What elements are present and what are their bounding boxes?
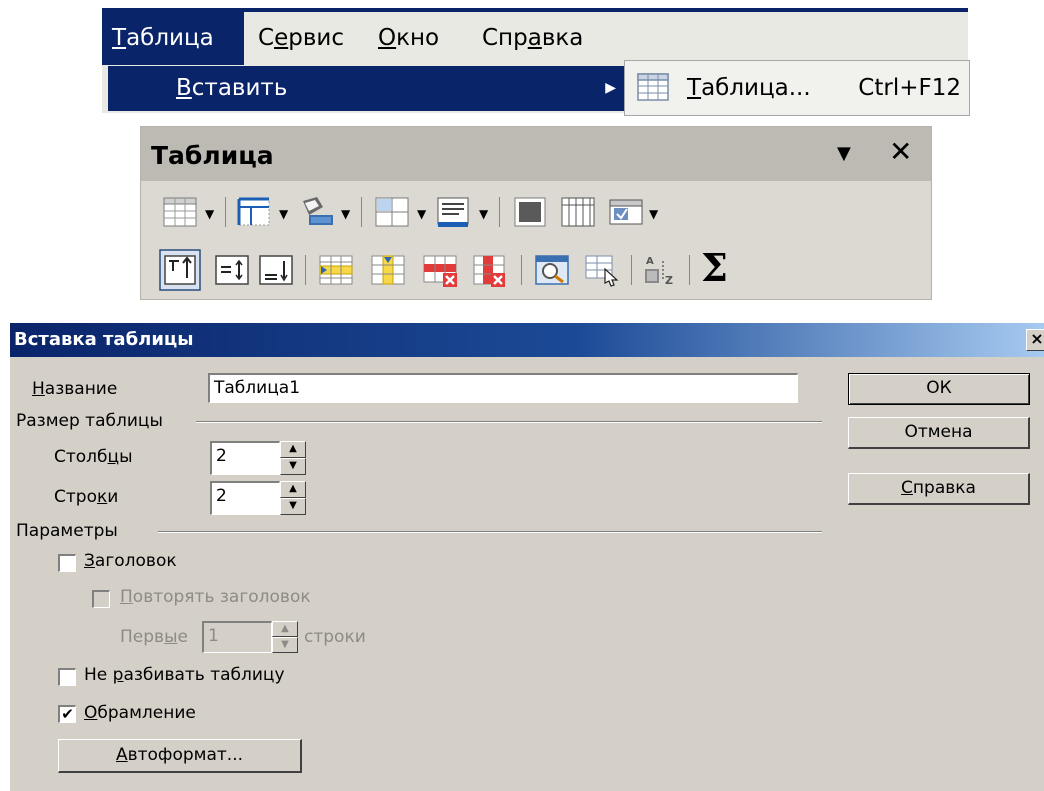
delete-rows-icon[interactable] xyxy=(421,251,459,289)
dialog-close-button[interactable]: × xyxy=(1026,329,1044,351)
size-group-label: Размер таблицы xyxy=(16,411,163,431)
first-rows-suffix: строки xyxy=(304,627,366,647)
menu-table[interactable]: Таблица xyxy=(102,12,244,65)
cell-color-icon[interactable] xyxy=(373,193,411,231)
toolbar-separator xyxy=(689,255,690,285)
sum-icon[interactable]: Σ xyxy=(701,245,728,290)
rows-stepper[interactable]: ▲ ▼ xyxy=(280,481,306,515)
submenu-arrow-icon: ▶ xyxy=(605,80,616,96)
no-split-label: Не разбивать таблицу xyxy=(84,665,285,685)
menu-window[interactable]: Окно xyxy=(368,12,449,65)
header-label: Заголовок xyxy=(84,551,177,571)
toolbar-close-icon[interactable]: ✕ xyxy=(889,135,912,168)
toolbar-separator xyxy=(521,255,522,285)
stepper-down-icon[interactable]: ▼ xyxy=(272,637,298,653)
border-checkbox[interactable]: ✔ xyxy=(58,705,76,723)
columns-label: Столбцы xyxy=(54,447,133,467)
first-rows-label: Первые xyxy=(120,627,188,647)
table-properties-icon[interactable] xyxy=(533,251,571,289)
menu-bar: Таблица Сервис Окно Справка xyxy=(102,12,968,65)
stepper-down-icon[interactable]: ▼ xyxy=(280,458,306,475)
sort-icon[interactable]: A Z xyxy=(641,251,679,289)
rows-input[interactable]: 2 xyxy=(210,481,280,515)
optimize-dropdown-icon[interactable]: ▼ xyxy=(649,207,658,221)
insert-columns-icon[interactable] xyxy=(369,251,407,289)
first-rows-input[interactable]: 1 xyxy=(202,621,272,653)
align-bottom-icon[interactable] xyxy=(257,251,295,289)
cell-color-dropdown-icon[interactable]: ▼ xyxy=(417,207,426,221)
no-split-checkbox[interactable] xyxy=(58,668,76,686)
rows-label: Строки xyxy=(54,487,119,507)
optimize-icon[interactable] xyxy=(607,193,645,231)
toolbar-separator xyxy=(305,255,306,285)
flyout-shortcut: Ctrl+F12 xyxy=(858,75,961,101)
menu-item-insert-label: Вставить xyxy=(176,75,288,101)
dialog-title: Вставка таблицы xyxy=(14,329,194,350)
merge-cells-icon[interactable] xyxy=(511,193,549,231)
menu-item-insert[interactable]: Вставить ▶ xyxy=(108,66,628,111)
columns-input[interactable]: 2 xyxy=(210,441,280,475)
toolbar-menu-arrow-icon[interactable]: ▼ xyxy=(837,143,851,164)
table-toolbar: Таблица ▼ ✕ ▼ ▼ ▼ ▼ ▼ ▼ A Z Σ xyxy=(140,126,932,300)
split-cells-icon[interactable] xyxy=(559,193,597,231)
insert-table-dropdown-icon[interactable]: ▼ xyxy=(205,207,214,221)
borders-dropdown-icon[interactable]: ▼ xyxy=(279,207,288,221)
toolbar-title: Таблица xyxy=(151,141,274,170)
stepper-up-icon[interactable]: ▲ xyxy=(280,481,306,498)
size-group-line xyxy=(196,421,822,423)
border-style-icon[interactable] xyxy=(297,193,335,231)
params-group-line xyxy=(158,531,822,533)
first-rows-stepper[interactable]: ▲ ▼ xyxy=(272,621,298,653)
table-icon xyxy=(637,73,669,101)
svg-text:A: A xyxy=(646,256,654,267)
columns-stepper[interactable]: ▲ ▼ xyxy=(280,441,306,475)
insert-rows-icon[interactable] xyxy=(317,251,355,289)
background-color-icon[interactable] xyxy=(435,193,473,231)
stepper-up-icon[interactable]: ▲ xyxy=(280,441,306,458)
menu-service[interactable]: Сервис xyxy=(248,12,354,65)
cancel-button[interactable]: Отмена xyxy=(848,417,1030,449)
border-style-dropdown-icon[interactable]: ▼ xyxy=(341,207,350,221)
insert-table-dialog: Вставка таблицы × Название Таблица1 Разм… xyxy=(10,323,1044,791)
background-color-dropdown-icon[interactable]: ▼ xyxy=(479,207,488,221)
name-label: Название xyxy=(32,379,118,399)
header-checkbox[interactable] xyxy=(58,554,76,572)
borders-icon[interactable] xyxy=(235,193,273,231)
border-label: Обрамление xyxy=(84,703,196,723)
flyout-item-table[interactable]: Таблица... Ctrl+F12 xyxy=(624,60,970,116)
stepper-up-icon[interactable]: ▲ xyxy=(272,621,298,637)
select-table-icon[interactable] xyxy=(583,251,621,289)
stepper-down-icon[interactable]: ▼ xyxy=(280,498,306,515)
name-input[interactable]: Таблица1 xyxy=(208,373,798,403)
delete-columns-icon[interactable] xyxy=(471,251,509,289)
svg-text:Z: Z xyxy=(665,274,673,287)
center-vertically-icon[interactable] xyxy=(213,251,251,289)
toolbar-separator xyxy=(361,197,362,227)
params-group-label: Параметры xyxy=(16,521,118,541)
menu-help[interactable]: Справка xyxy=(472,12,593,65)
toolbar-separator xyxy=(499,197,500,227)
align-top-icon[interactable] xyxy=(159,249,201,291)
help-button[interactable]: Справка xyxy=(848,473,1030,505)
flyout-table-label: Таблица... xyxy=(687,75,811,101)
insert-table-icon[interactable] xyxy=(161,193,199,231)
autoformat-button[interactable]: Автоформат... xyxy=(58,739,302,773)
toolbar-separator xyxy=(225,197,226,227)
repeat-header-checkbox[interactable] xyxy=(92,590,110,608)
ok-button[interactable]: ОК xyxy=(848,373,1030,405)
repeat-header-label: Повторять заголовок xyxy=(120,587,311,607)
toolbar-separator xyxy=(631,255,632,285)
